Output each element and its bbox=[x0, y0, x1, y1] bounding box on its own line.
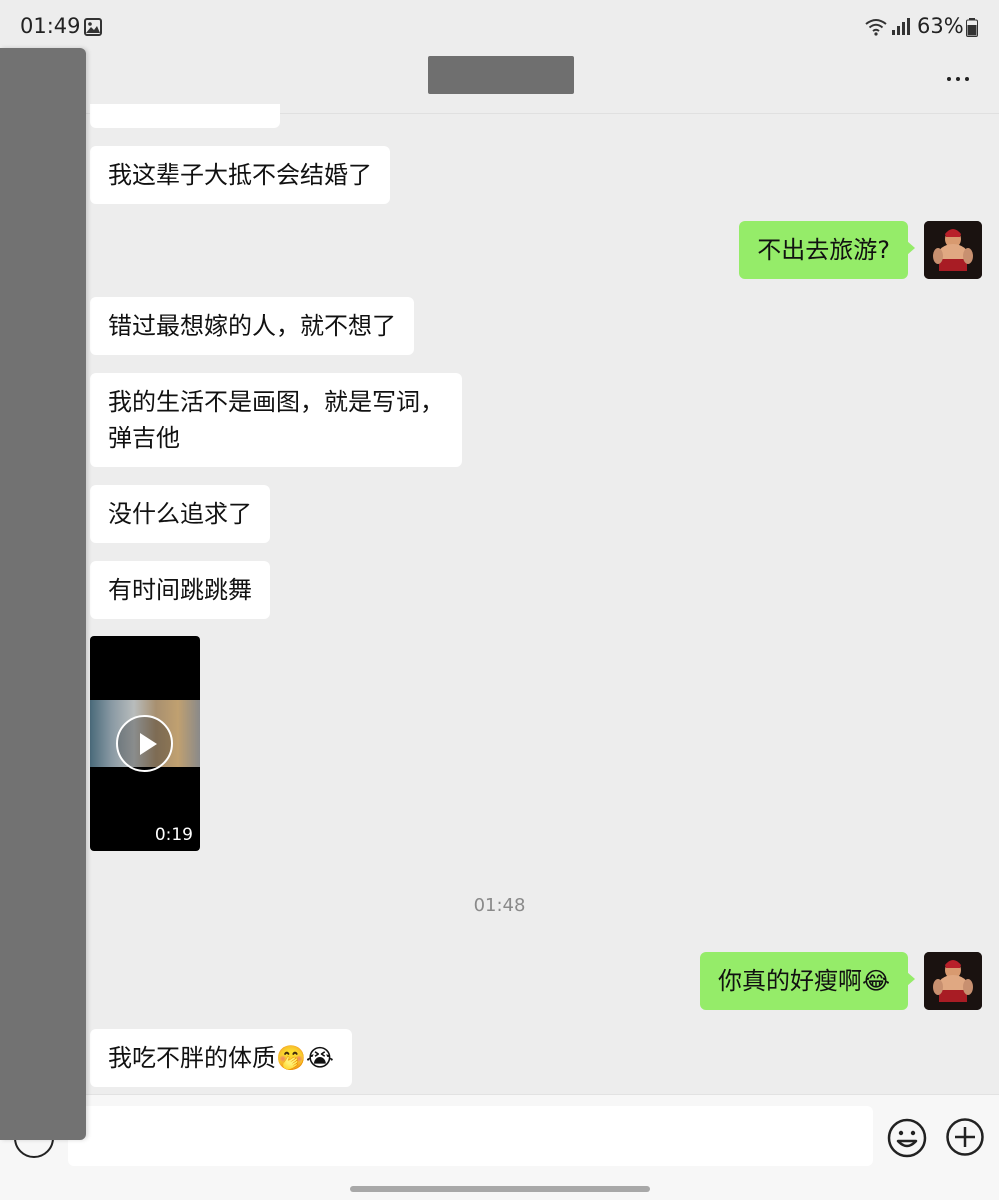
message-bubble-outgoing[interactable]: 你真的好瘦啊😂 bbox=[699, 952, 916, 1010]
play-icon[interactable] bbox=[116, 715, 173, 772]
message-bubble-partial[interactable] bbox=[90, 104, 280, 128]
status-time: 01:49 bbox=[20, 14, 81, 38]
chat-title-redacted bbox=[428, 56, 574, 94]
chat-timestamp: 01:48 bbox=[473, 895, 526, 916]
avatar[interactable] bbox=[924, 952, 982, 1010]
emoji-icon[interactable] bbox=[886, 1117, 928, 1159]
message-text: 不出去旅游? bbox=[757, 236, 890, 264]
message-bubble-incoming[interactable]: 我的生活不是画图，就是写词， 弹吉他 bbox=[90, 373, 462, 467]
gallery-icon bbox=[84, 18, 102, 36]
side-panel[interactable] bbox=[0, 48, 86, 1140]
battery-icon bbox=[966, 18, 978, 37]
message-bubble-incoming[interactable]: 没什么追求了 bbox=[90, 485, 270, 543]
signal-icon bbox=[892, 18, 910, 35]
avatar-figure-icon bbox=[924, 221, 982, 279]
message-bubble-incoming[interactable]: 我吃不胖的体质🤭😭 bbox=[90, 1029, 352, 1087]
more-button[interactable] bbox=[936, 64, 980, 94]
message-bubble-outgoing[interactable]: 不出去旅游? bbox=[739, 221, 915, 279]
video-message[interactable]: 0:19 bbox=[90, 636, 200, 851]
message-text-line-1: 我的生活不是画图，就是写词， bbox=[108, 388, 444, 416]
home-indicator bbox=[350, 1186, 650, 1192]
message-text: 有时间跳跳舞 bbox=[108, 576, 252, 604]
wifi-icon bbox=[865, 19, 887, 36]
avatar[interactable] bbox=[924, 221, 982, 279]
message-bubble-incoming[interactable]: 我这辈子大抵不会结婚了 bbox=[90, 146, 390, 204]
plus-icon[interactable] bbox=[945, 1117, 985, 1157]
message-text: 没什么追求了 bbox=[108, 500, 252, 528]
more-icon bbox=[947, 77, 951, 81]
message-text: 我这辈子大抵不会结婚了 bbox=[108, 161, 372, 189]
message-text-line-2: 弹吉他 bbox=[108, 424, 180, 452]
message-input[interactable] bbox=[68, 1106, 873, 1166]
status-bar: 01:49 63% bbox=[0, 0, 999, 56]
message-bubble-incoming[interactable]: 错过最想嫁的人，就不想了 bbox=[90, 297, 414, 355]
message-text: 你真的好瘦啊😂 bbox=[717, 967, 890, 995]
avatar-figure-icon bbox=[924, 952, 982, 1010]
message-bubble-incoming[interactable]: 有时间跳跳舞 bbox=[90, 561, 270, 619]
battery-percentage: 63% bbox=[917, 14, 964, 38]
video-duration: 0:19 bbox=[154, 825, 193, 845]
message-text: 我吃不胖的体质🤭😭 bbox=[108, 1044, 334, 1072]
message-text: 错过最想嫁的人，就不想了 bbox=[108, 312, 396, 340]
